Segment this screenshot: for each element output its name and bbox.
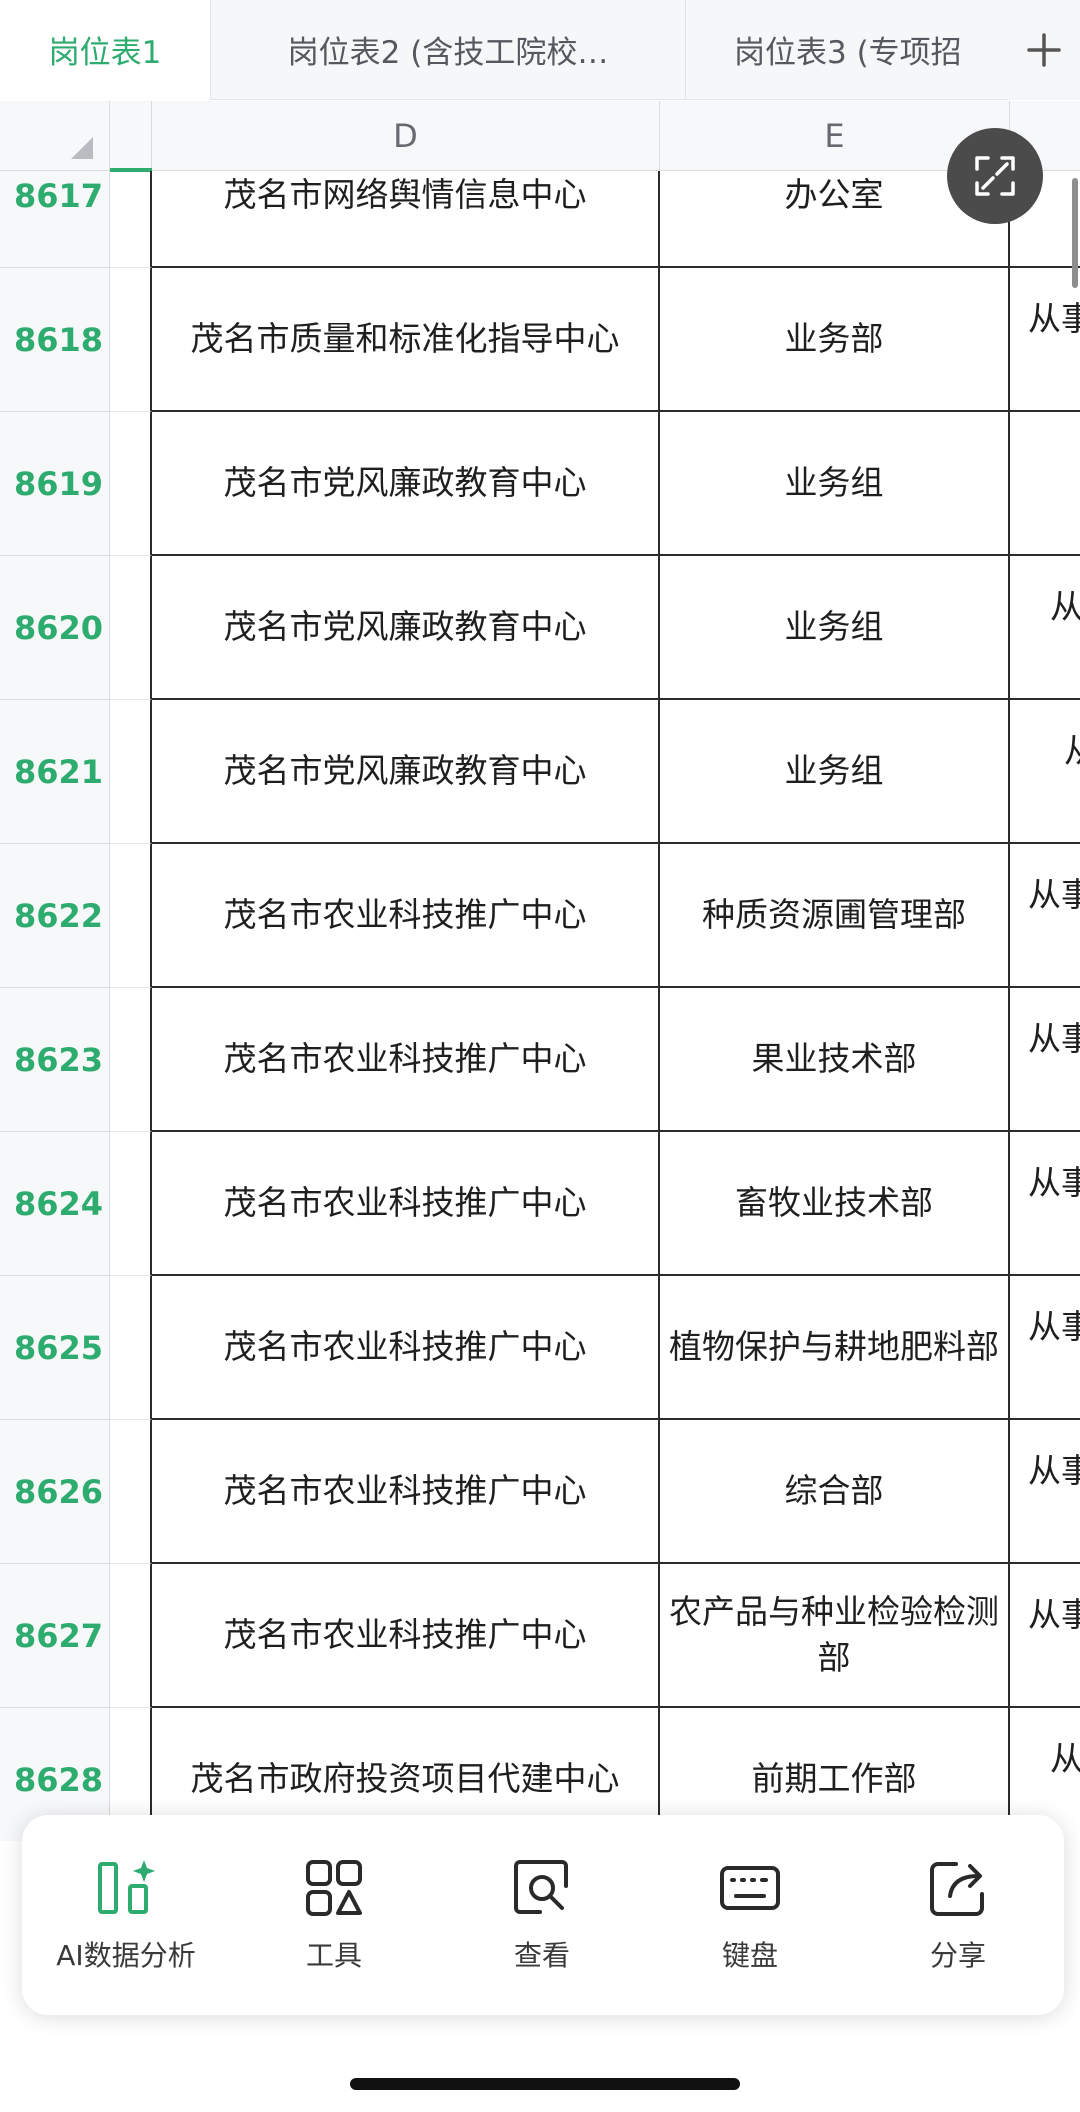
tools-grid-icon bbox=[306, 1860, 362, 1916]
table-row[interactable]: 8621 茂名市党风廉政教育中心 业务组 从 bbox=[0, 700, 1080, 844]
row-number[interactable]: 8620 bbox=[0, 556, 110, 700]
cell-c[interactable] bbox=[110, 988, 152, 1132]
row-number[interactable]: 8617 bbox=[0, 171, 110, 268]
cell-department[interactable]: 茂名市质量和标准化指导中心 bbox=[152, 268, 660, 412]
add-sheet-button[interactable] bbox=[1008, 0, 1080, 100]
cell-department[interactable]: 茂名市农业科技推广中心 bbox=[152, 1132, 660, 1276]
column-header-d[interactable]: D bbox=[152, 101, 660, 171]
view-label: 查看 bbox=[513, 1939, 570, 1972]
table-row[interactable]: 8624 茂名市农业科技推广中心 畜牧业技术部 从事 bbox=[0, 1132, 1080, 1276]
cell-c[interactable] bbox=[110, 1276, 152, 1420]
table-row[interactable]: 8625 茂名市农业科技推广中心 植物保护与耕地肥料部 从事 bbox=[0, 1276, 1080, 1420]
cell-duty[interactable] bbox=[1010, 412, 1080, 556]
ai-sparkle-icon bbox=[98, 1860, 155, 1914]
cell-c[interactable] bbox=[110, 1564, 152, 1708]
row-number[interactable]: 8622 bbox=[0, 844, 110, 988]
expand-icon bbox=[975, 156, 1015, 196]
sheet-tab-bar: 岗位表1 岗位表2 (含技工院校… 岗位表3 (专项招 bbox=[0, 0, 1080, 100]
share-label: 分享 bbox=[929, 1939, 986, 1972]
cell-c[interactable] bbox=[110, 412, 152, 556]
cell-c[interactable] bbox=[110, 1420, 152, 1564]
table-row[interactable]: 8626 茂名市农业科技推广中心 综合部 从事 bbox=[0, 1420, 1080, 1564]
cell-duty[interactable]: 从事 bbox=[1010, 1564, 1080, 1708]
cell-duty[interactable]: 从事 bbox=[1010, 1132, 1080, 1276]
cell-unit[interactable]: 业务组 bbox=[660, 412, 1010, 556]
cell-unit[interactable]: 果业技术部 bbox=[660, 988, 1010, 1132]
tab-sheet-3[interactable]: 岗位表3 (专项招 bbox=[686, 0, 1008, 100]
tab-sheet-1[interactable]: 岗位表1 bbox=[0, 0, 211, 100]
table-row[interactable]: 8620 茂名市党风廉政教育中心 业务组 从 bbox=[0, 556, 1080, 700]
row-number[interactable]: 8624 bbox=[0, 1132, 110, 1276]
row-number[interactable]: 8627 bbox=[0, 1564, 110, 1708]
cell-c[interactable] bbox=[110, 556, 152, 700]
cell-unit[interactable]: 农产品与种业检验检测部 bbox=[660, 1564, 1010, 1708]
fullscreen-button[interactable] bbox=[947, 128, 1043, 224]
cell-department[interactable]: 茂名市农业科技推广中心 bbox=[152, 1276, 660, 1420]
cell-duty[interactable]: 从 bbox=[1010, 700, 1080, 844]
cell-unit[interactable]: 业务组 bbox=[660, 556, 1010, 700]
share-icon bbox=[930, 1862, 984, 1916]
column-header-c[interactable] bbox=[110, 101, 152, 171]
cell-duty[interactable]: 从 bbox=[1010, 556, 1080, 700]
cell-unit[interactable]: 业务组 bbox=[660, 700, 1010, 844]
tools-label: 工具 bbox=[305, 1939, 362, 1972]
cell-unit[interactable]: 畜牧业技术部 bbox=[660, 1132, 1010, 1276]
spreadsheet-grid[interactable]: 8617 茂名市网络舆情信息中心 办公室 8618 茂名市质量和标准化指导中心 … bbox=[0, 171, 1080, 1841]
cell-department[interactable]: 茂名市党风廉政教育中心 bbox=[152, 700, 660, 844]
row-number[interactable]: 8623 bbox=[0, 988, 110, 1132]
share-button[interactable]: 分享 bbox=[854, 1815, 1062, 2015]
view-button[interactable]: 查看 bbox=[438, 1815, 646, 2015]
table-row[interactable]: 8617 茂名市网络舆情信息中心 办公室 bbox=[0, 171, 1080, 268]
tab-sheet-2[interactable]: 岗位表2 (含技工院校… bbox=[211, 0, 686, 100]
cell-unit[interactable]: 植物保护与耕地肥料部 bbox=[660, 1276, 1010, 1420]
keyboard-button[interactable]: 键盘 bbox=[646, 1815, 854, 2015]
cell-duty[interactable]: 从事 bbox=[1010, 844, 1080, 988]
view-search-icon bbox=[514, 1860, 568, 1914]
cell-department[interactable]: 茂名市党风廉政教育中心 bbox=[152, 556, 660, 700]
row-number[interactable]: 8621 bbox=[0, 700, 110, 844]
table-row[interactable]: 8623 茂名市农业科技推广中心 果业技术部 从事 bbox=[0, 988, 1080, 1132]
cell-c[interactable] bbox=[110, 844, 152, 988]
column-header-row: D E bbox=[0, 101, 1080, 171]
tools-button[interactable]: 工具 bbox=[230, 1815, 438, 2015]
cell-department[interactable]: 茂名市农业科技推广中心 bbox=[152, 1420, 660, 1564]
cell-duty[interactable]: 从事 bbox=[1010, 1276, 1080, 1420]
keyboard-label: 键盘 bbox=[721, 1939, 778, 1972]
table-row[interactable]: 8618 茂名市质量和标准化指导中心 业务部 从事 bbox=[0, 268, 1080, 412]
row-number[interactable]: 8626 bbox=[0, 1420, 110, 1564]
table-row[interactable]: 8619 茂名市党风廉政教育中心 业务组 bbox=[0, 412, 1080, 556]
row-number[interactable]: 8619 bbox=[0, 412, 110, 556]
cell-duty[interactable]: 从事 bbox=[1010, 988, 1080, 1132]
cell-department[interactable]: 茂名市党风廉政教育中心 bbox=[152, 412, 660, 556]
cell-unit[interactable]: 种质资源圃管理部 bbox=[660, 844, 1010, 988]
bottom-toolbar: AI数据分析 工具 查看 键盘 分享 bbox=[22, 1815, 1064, 2015]
cell-c[interactable] bbox=[110, 268, 152, 412]
cell-unit[interactable]: 综合部 bbox=[660, 1420, 1010, 1564]
table-row[interactable]: 8622 茂名市农业科技推广中心 种质资源圃管理部 从事 bbox=[0, 844, 1080, 988]
cell-c[interactable] bbox=[110, 1132, 152, 1276]
cell-department[interactable]: 茂名市农业科技推广中心 bbox=[152, 844, 660, 988]
cell-unit[interactable]: 业务部 bbox=[660, 268, 1010, 412]
keyboard-icon bbox=[720, 1866, 780, 1910]
cell-c[interactable] bbox=[110, 171, 152, 268]
plus-icon bbox=[1027, 33, 1061, 67]
select-all-corner[interactable] bbox=[0, 101, 110, 171]
ai-analysis-label: AI数据分析 bbox=[56, 1939, 196, 1972]
ai-analysis-button[interactable]: AI数据分析 bbox=[22, 1815, 230, 2015]
cell-department[interactable]: 茂名市网络舆情信息中心 bbox=[152, 171, 660, 268]
vertical-scrollbar[interactable] bbox=[1072, 178, 1078, 288]
cell-c[interactable] bbox=[110, 700, 152, 844]
cell-duty[interactable]: 从事 bbox=[1010, 268, 1080, 412]
row-number[interactable]: 8625 bbox=[0, 1276, 110, 1420]
row-number[interactable]: 8618 bbox=[0, 268, 110, 412]
table-row[interactable]: 8627 茂名市农业科技推广中心 农产品与种业检验检测部 从事 bbox=[0, 1564, 1080, 1708]
cell-department[interactable]: 茂名市农业科技推广中心 bbox=[152, 988, 660, 1132]
home-indicator[interactable] bbox=[350, 2078, 740, 2090]
cell-department[interactable]: 茂名市农业科技推广中心 bbox=[152, 1564, 660, 1708]
cell-duty[interactable]: 从事 bbox=[1010, 1420, 1080, 1564]
